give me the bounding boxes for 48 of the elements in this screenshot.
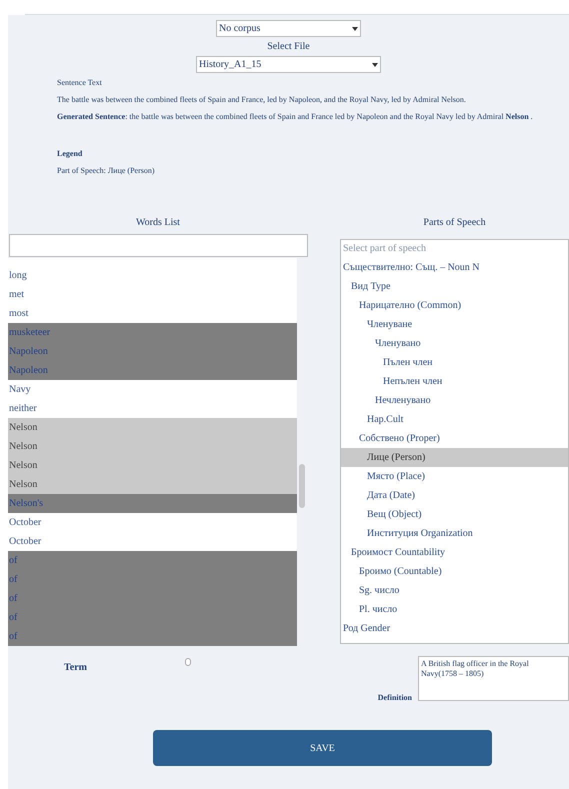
word-item[interactable]: Nelson (8, 418, 297, 437)
tree-item[interactable]: Pl. число (341, 600, 568, 619)
definition-field[interactable]: A British flag officer in the Royal Navy(1758 – 1805) (418, 656, 569, 701)
sentence-text: The battle was between the combined fleets of Spain and France, led by Napoleon, and the Royal Navy, led by Admiral Nelson. (57, 94, 466, 106)
word-item[interactable]: Nelson (8, 456, 297, 475)
tree-item[interactable]: Броимо (Countable) (341, 562, 568, 581)
scroll-thumb[interactable] (299, 464, 305, 508)
legend-label: Legend (57, 148, 82, 160)
corpus-select[interactable]: No corpus (216, 20, 361, 37)
tree-item[interactable]: Нар.Cult (341, 410, 568, 429)
save-button[interactable]: SAVE (153, 730, 492, 766)
tree-item[interactable]: Дата (Date) (341, 486, 568, 505)
legend-text: Part of Speech: Лице (Person) (57, 165, 155, 177)
tree-item[interactable]: Род Gender (341, 619, 568, 638)
dropdown-caret-icon (372, 62, 378, 66)
tree-item[interactable]: Собствено (Proper) (341, 429, 568, 448)
tree-item[interactable]: Членуване (341, 315, 568, 334)
word-item[interactable]: Nelson (8, 437, 297, 456)
tree-item[interactable]: Институция Organization (341, 524, 568, 543)
tree-item[interactable]: Съществително: Същ. – Noun N (341, 258, 568, 277)
select-value: No corpus (219, 22, 260, 36)
part-of-speech-list[interactable] (340, 239, 569, 644)
list-placeholder: Select part of speech (342, 242, 428, 256)
sentence-label: Sentence Text (57, 77, 102, 89)
tree-item[interactable]: Броимост Countability (341, 543, 568, 562)
tree-item[interactable]: Членувано (341, 334, 568, 353)
select-value: History_A1_15 (199, 58, 262, 72)
tree-item[interactable]: Вид Type (341, 277, 568, 296)
term-label: Term (64, 661, 87, 675)
definition-label: Definition (378, 692, 412, 704)
tree-item[interactable]: Нечленувано (341, 391, 568, 410)
checkbox[interactable] (185, 658, 191, 666)
dropdown-caret-icon (352, 26, 358, 30)
words-list-heading: Words List (136, 216, 180, 230)
select-file-label: Select File (267, 40, 310, 54)
tree-item[interactable]: Място (Place) (341, 467, 568, 486)
tree-item[interactable]: Пълен член (341, 353, 568, 372)
tree-item[interactable]: Нарицателно (Common) (341, 296, 568, 315)
word-item[interactable]: Nelson (8, 475, 297, 494)
generated-sentence: Generated Sentence: the battle was between the combined fleets of Spain and France led by Napoleon and the Royal Navy led by Admiral Nelson . (57, 111, 533, 123)
tree-item[interactable]: Лице (Person) (341, 448, 568, 467)
tree-item[interactable]: Sg. число (341, 581, 568, 600)
tree-item[interactable]: Непълен член (341, 372, 568, 391)
tree-item[interactable]: Вещ (Object) (341, 505, 568, 524)
file-select[interactable]: History_A1_15 (196, 56, 381, 73)
parts-of-speech-heading: Parts of Speech (423, 216, 486, 230)
words-list[interactable]: long met most musketeer Napoleon Napoleon Navy neither Nelson Nelson Nelson Nelson Nelson's October October of of of of of (8, 258, 308, 646)
search-field[interactable] (8, 234, 308, 257)
